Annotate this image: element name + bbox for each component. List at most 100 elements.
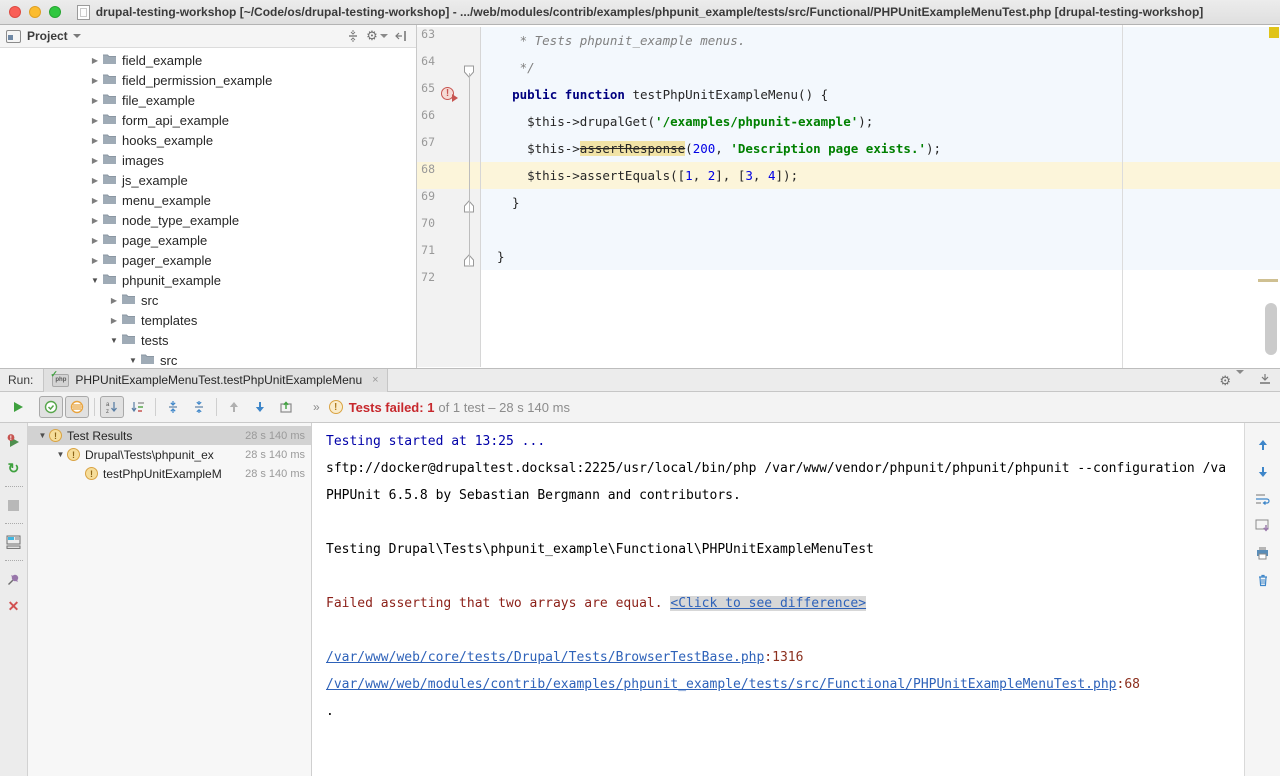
tree-item-file_example[interactable]: ▶file_example: [0, 90, 416, 110]
hide-run-panel-icon[interactable]: [1258, 372, 1272, 389]
toggle-auto-test-icon[interactable]: ↻: [4, 458, 24, 478]
chevron-expanded-icon[interactable]: ▼: [88, 276, 102, 285]
line-number[interactable]: 67: [417, 135, 439, 162]
chevron-collapsed-icon[interactable]: ▶: [107, 316, 121, 325]
expand-all-icon[interactable]: [161, 396, 185, 418]
code-line-67[interactable]: 67 $this->assertResponse(200, 'Descripti…: [417, 135, 1280, 162]
chevron-collapsed-icon[interactable]: ▶: [88, 216, 102, 225]
line-number[interactable]: 69: [417, 189, 439, 216]
chevron-collapsed-icon[interactable]: ▶: [88, 236, 102, 245]
code-text[interactable]: */: [481, 54, 1280, 81]
print-icon[interactable]: [1252, 543, 1274, 563]
more-actions-chevrons[interactable]: »: [313, 400, 319, 414]
code-line-63[interactable]: 63 * Tests phpunit_example menus.: [417, 27, 1280, 54]
code-text[interactable]: $this->assertResponse(200, 'Description …: [481, 135, 1280, 162]
code-line-66[interactable]: 66 $this->drupalGet('/examples/phpunit-e…: [417, 108, 1280, 135]
soft-wrap-icon[interactable]: [1252, 489, 1274, 509]
tree-item-field_permission_example[interactable]: ▶field_permission_example: [0, 70, 416, 90]
line-number[interactable]: 68: [417, 162, 439, 189]
collapse-all-icon[interactable]: [187, 396, 211, 418]
tree-item-images[interactable]: ▶images: [0, 150, 416, 170]
chevron-collapsed-icon[interactable]: ▶: [88, 176, 102, 185]
code-line-69[interactable]: 69 }: [417, 189, 1280, 216]
tree-item-templates[interactable]: ▶templates: [0, 310, 416, 330]
code-text[interactable]: $this->assertEquals([1, 2], [3, 4]);: [481, 162, 1280, 189]
tree-item-phpunit_example[interactable]: ▼phpunit_example: [0, 270, 416, 290]
line-number[interactable]: 71: [417, 243, 439, 270]
chevron-collapsed-icon[interactable]: ▶: [88, 136, 102, 145]
code-text[interactable]: [481, 216, 1280, 243]
test-tree-row[interactable]: !testPhpUnitExampleM28 s 140 ms: [28, 464, 311, 483]
error-stripe-mark[interactable]: [1258, 279, 1278, 282]
tree-item-src[interactable]: ▶src: [0, 290, 416, 310]
code-text[interactable]: public function testPhpUnitExampleMenu()…: [481, 81, 1280, 108]
code-line-72[interactable]: 72: [417, 270, 1280, 297]
rerun-icon[interactable]: [6, 396, 30, 418]
tree-item-js_example[interactable]: ▶js_example: [0, 170, 416, 190]
tree-item-page_example[interactable]: ▶page_example: [0, 230, 416, 250]
console-link[interactable]: /var/www/web/modules/contrib/examples/ph…: [326, 677, 1117, 692]
chevron-collapsed-icon[interactable]: ▶: [88, 116, 102, 125]
chevron-expanded-icon[interactable]: ▼: [36, 431, 49, 440]
error-stripe-warning-mark[interactable]: [1269, 27, 1279, 38]
export-test-results-icon[interactable]: [274, 396, 298, 418]
chevron-collapsed-icon[interactable]: ▶: [88, 196, 102, 205]
line-number[interactable]: 64: [417, 54, 439, 81]
code-text[interactable]: }: [481, 189, 1280, 216]
tree-item-menu_example[interactable]: ▶menu_example: [0, 190, 416, 210]
previous-failed-test-icon[interactable]: [222, 396, 246, 418]
up-stack-trace-icon[interactable]: [1252, 435, 1274, 455]
rerun-failed-tests-icon[interactable]: !: [4, 431, 24, 451]
close-traffic-light[interactable]: [9, 6, 21, 18]
chevron-collapsed-icon[interactable]: ▶: [107, 296, 121, 305]
tree-item-field_example[interactable]: ▶field_example: [0, 50, 416, 70]
run-configuration-tab[interactable]: php✓ PHPUnitExampleMenuTest.testPhpUnitE…: [43, 369, 387, 392]
code-line-64[interactable]: 64 */: [417, 54, 1280, 81]
line-number[interactable]: 72: [417, 270, 439, 297]
code-text[interactable]: }: [481, 243, 1280, 270]
chevron-expanded-icon[interactable]: ▼: [54, 450, 67, 459]
console-link[interactable]: <Click to see difference>: [670, 596, 866, 611]
tree-item-node_type_example[interactable]: ▶node_type_example: [0, 210, 416, 230]
locate-file-icon[interactable]: [344, 28, 362, 44]
close-tab-icon[interactable]: ×: [372, 374, 378, 386]
hide-panel-icon[interactable]: [392, 28, 410, 44]
code-line-70[interactable]: 70: [417, 216, 1280, 243]
show-ignored-icon[interactable]: [65, 396, 89, 418]
chevron-collapsed-icon[interactable]: ▶: [88, 96, 102, 105]
down-stack-trace-icon[interactable]: [1252, 462, 1274, 482]
restore-layout-icon[interactable]: [4, 532, 24, 552]
tree-item-src[interactable]: ▼src: [0, 350, 416, 368]
line-number[interactable]: 63: [417, 27, 439, 54]
failed-test-gutter-icon[interactable]: !: [441, 87, 454, 100]
chevron-expanded-icon[interactable]: ▼: [107, 336, 121, 345]
code-text[interactable]: * Tests phpunit_example menus.: [481, 27, 1280, 54]
show-passed-icon[interactable]: [39, 396, 63, 418]
zoom-traffic-light[interactable]: [49, 6, 61, 18]
console-link[interactable]: /var/www/web/core/tests/Drupal/Tests/Bro…: [326, 650, 764, 665]
code-text[interactable]: $this->drupalGet('/examples/phpunit-exam…: [481, 108, 1280, 135]
line-number[interactable]: 70: [417, 216, 439, 243]
settings-gear-icon[interactable]: ⚙: [368, 28, 386, 44]
code-text[interactable]: [481, 270, 1280, 297]
scroll-to-end-icon[interactable]: [1252, 516, 1274, 536]
chevron-collapsed-icon[interactable]: ▶: [88, 76, 102, 85]
sort-alphabetically-icon[interactable]: az: [100, 396, 124, 418]
test-tree-row[interactable]: ▼!Test Results28 s 140 ms: [28, 426, 311, 445]
editor-scrollbar-thumb[interactable]: [1265, 303, 1277, 355]
clear-all-icon[interactable]: [1252, 570, 1274, 590]
stop-icon[interactable]: [4, 495, 24, 515]
minimize-traffic-light[interactable]: [29, 6, 41, 18]
test-console[interactable]: Testing started at 13:25 ...sftp://docke…: [312, 423, 1244, 776]
tree-item-hooks_example[interactable]: ▶hooks_example: [0, 130, 416, 150]
project-panel-title[interactable]: Project: [27, 29, 68, 43]
code-line-71[interactable]: 71}: [417, 243, 1280, 270]
code-line-65[interactable]: 65! public function testPhpUnitExampleMe…: [417, 81, 1280, 108]
chevron-collapsed-icon[interactable]: ▶: [88, 156, 102, 165]
test-tree-row[interactable]: ▼!Drupal\Tests\phpunit_ex28 s 140 ms: [28, 445, 311, 464]
pin-tab-icon[interactable]: [4, 569, 24, 589]
line-number[interactable]: 66: [417, 108, 439, 135]
tree-item-tests[interactable]: ▼tests: [0, 330, 416, 350]
code-line-68[interactable]: 68 $this->assertEquals([1, 2], [3, 4]);: [417, 162, 1280, 189]
chevron-collapsed-icon[interactable]: ▶: [88, 256, 102, 265]
